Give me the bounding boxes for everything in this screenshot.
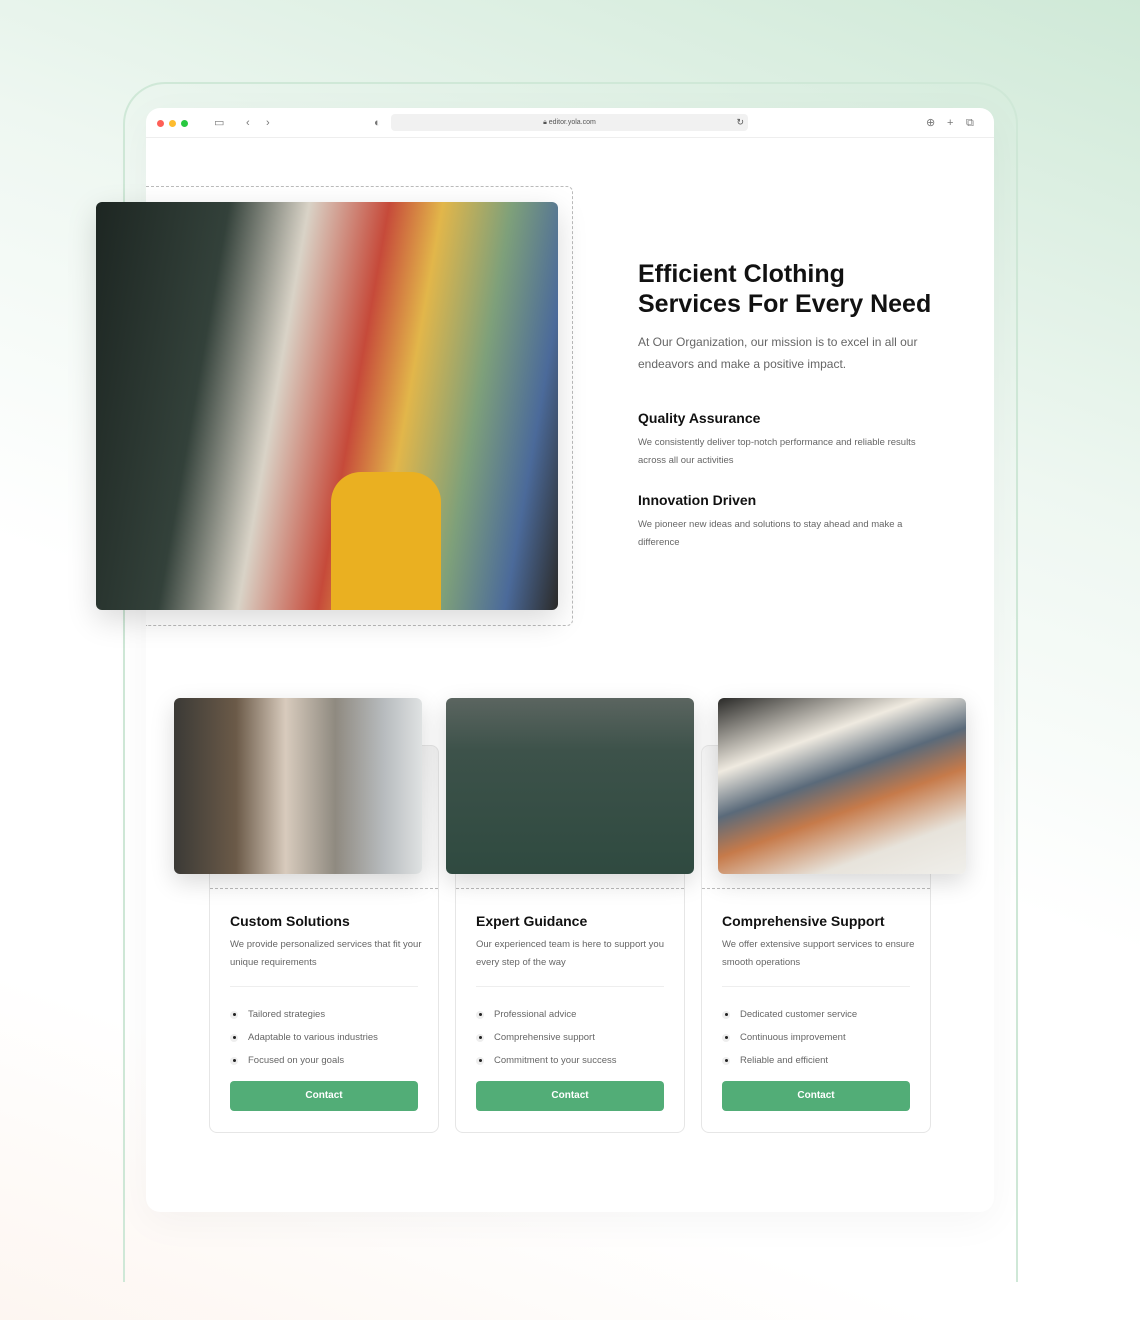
hero-lead: At Our Organization, our mission is to e…	[638, 335, 918, 371]
minimize-window-button[interactable]	[169, 120, 176, 127]
card-title: Custom Solutions	[230, 913, 350, 929]
bullet-icon	[476, 1056, 484, 1065]
bullet-icon	[722, 1056, 730, 1065]
feature-title: Quality Assurance	[638, 410, 761, 426]
browser-toolbar: ▭ ‹ › ◐ 🔒︎ editor.yola.com ↻ ⊕ + ⧉	[146, 108, 994, 138]
list-item: Focused on your goals	[230, 1049, 378, 1072]
download-icon[interactable]: ⊕	[926, 116, 935, 130]
list-item-text: Reliable and efficient	[740, 1055, 829, 1066]
contact-button[interactable]: Contact	[722, 1081, 910, 1111]
list-item-text: Commitment to your success	[494, 1055, 617, 1066]
close-window-button[interactable]	[157, 120, 164, 127]
tabs-icon[interactable]: ⧉	[966, 116, 974, 130]
dashed-divider	[210, 888, 438, 889]
list-item: Dedicated customer service	[722, 1003, 857, 1026]
card-text: We provide personalized services that fi…	[230, 939, 422, 968]
feature-title: Innovation Driven	[638, 492, 757, 508]
sidebar-icon[interactable]: ▭	[214, 116, 224, 130]
card-title: Expert Guidance	[476, 913, 588, 929]
list-item-text: Continuous improvement	[740, 1032, 846, 1043]
back-icon[interactable]: ‹	[246, 116, 250, 130]
list-item-text: Tailored strategies	[248, 1009, 326, 1020]
list-item: Comprehensive support	[476, 1026, 616, 1049]
list-item: Professional advice	[476, 1003, 616, 1026]
list-item-text: Adaptable to various industries	[248, 1032, 378, 1043]
list-item-text: Focused on your goals	[248, 1055, 345, 1066]
url-text: editor.yola.com	[548, 119, 596, 126]
dashed-divider	[456, 888, 684, 889]
bullet-icon	[722, 1033, 730, 1042]
card-text: We offer extensive support services to e…	[722, 939, 915, 968]
card-image	[718, 698, 966, 874]
feature-quality: Quality Assurance We consistently deliver…	[638, 410, 928, 470]
maximize-window-button[interactable]	[181, 120, 188, 127]
card-title: Comprehensive Support	[722, 913, 885, 929]
feature-text: We consistently deliver top-notch perfor…	[638, 437, 916, 466]
bullet-icon	[476, 1033, 484, 1042]
reload-icon[interactable]: ↻	[736, 114, 744, 131]
bullet-icon	[230, 1010, 238, 1019]
feature-list: Tailored strategies Adaptable to various …	[230, 1003, 378, 1072]
list-item: Adaptable to various industries	[230, 1026, 378, 1049]
card-text: Our experienced team is here to support …	[476, 939, 664, 968]
feature-list: Dedicated customer service Continuous imp…	[722, 1003, 857, 1072]
divider	[230, 986, 418, 987]
card-image	[174, 698, 422, 874]
hero-title: Efficient Clothing Services For Every Ne…	[638, 260, 932, 318]
divider	[722, 986, 910, 987]
list-item-text: Dedicated customer service	[740, 1009, 858, 1020]
address-bar[interactable]: 🔒︎ editor.yola.com ↻	[391, 114, 748, 131]
divider	[476, 986, 664, 987]
bullet-icon	[230, 1056, 238, 1065]
hero-image	[96, 202, 558, 610]
list-item: Continuous improvement	[722, 1026, 857, 1049]
list-item: Commitment to your success	[476, 1049, 616, 1072]
list-item: Reliable and efficient	[722, 1049, 857, 1072]
bullet-icon	[476, 1010, 484, 1019]
bullet-icon	[230, 1033, 238, 1042]
feature-list: Professional advice Comprehensive support…	[476, 1003, 616, 1072]
list-item-text: Comprehensive support	[494, 1032, 595, 1043]
list-item: Tailored strategies	[230, 1003, 378, 1026]
dashed-divider	[702, 888, 930, 889]
shield-icon[interactable]: ◐	[374, 116, 381, 130]
new-tab-icon[interactable]: +	[947, 116, 953, 130]
bullet-icon	[722, 1010, 730, 1019]
feature-text: We pioneer new ideas and solutions to st…	[638, 519, 903, 548]
contact-button[interactable]: Contact	[230, 1081, 418, 1111]
forward-icon[interactable]: ›	[266, 116, 270, 130]
feature-innovation: Innovation Driven We pioneer new ideas an…	[638, 492, 928, 552]
card-image	[446, 698, 694, 874]
contact-button[interactable]: Contact	[476, 1081, 664, 1111]
list-item-text: Professional advice	[494, 1009, 577, 1020]
